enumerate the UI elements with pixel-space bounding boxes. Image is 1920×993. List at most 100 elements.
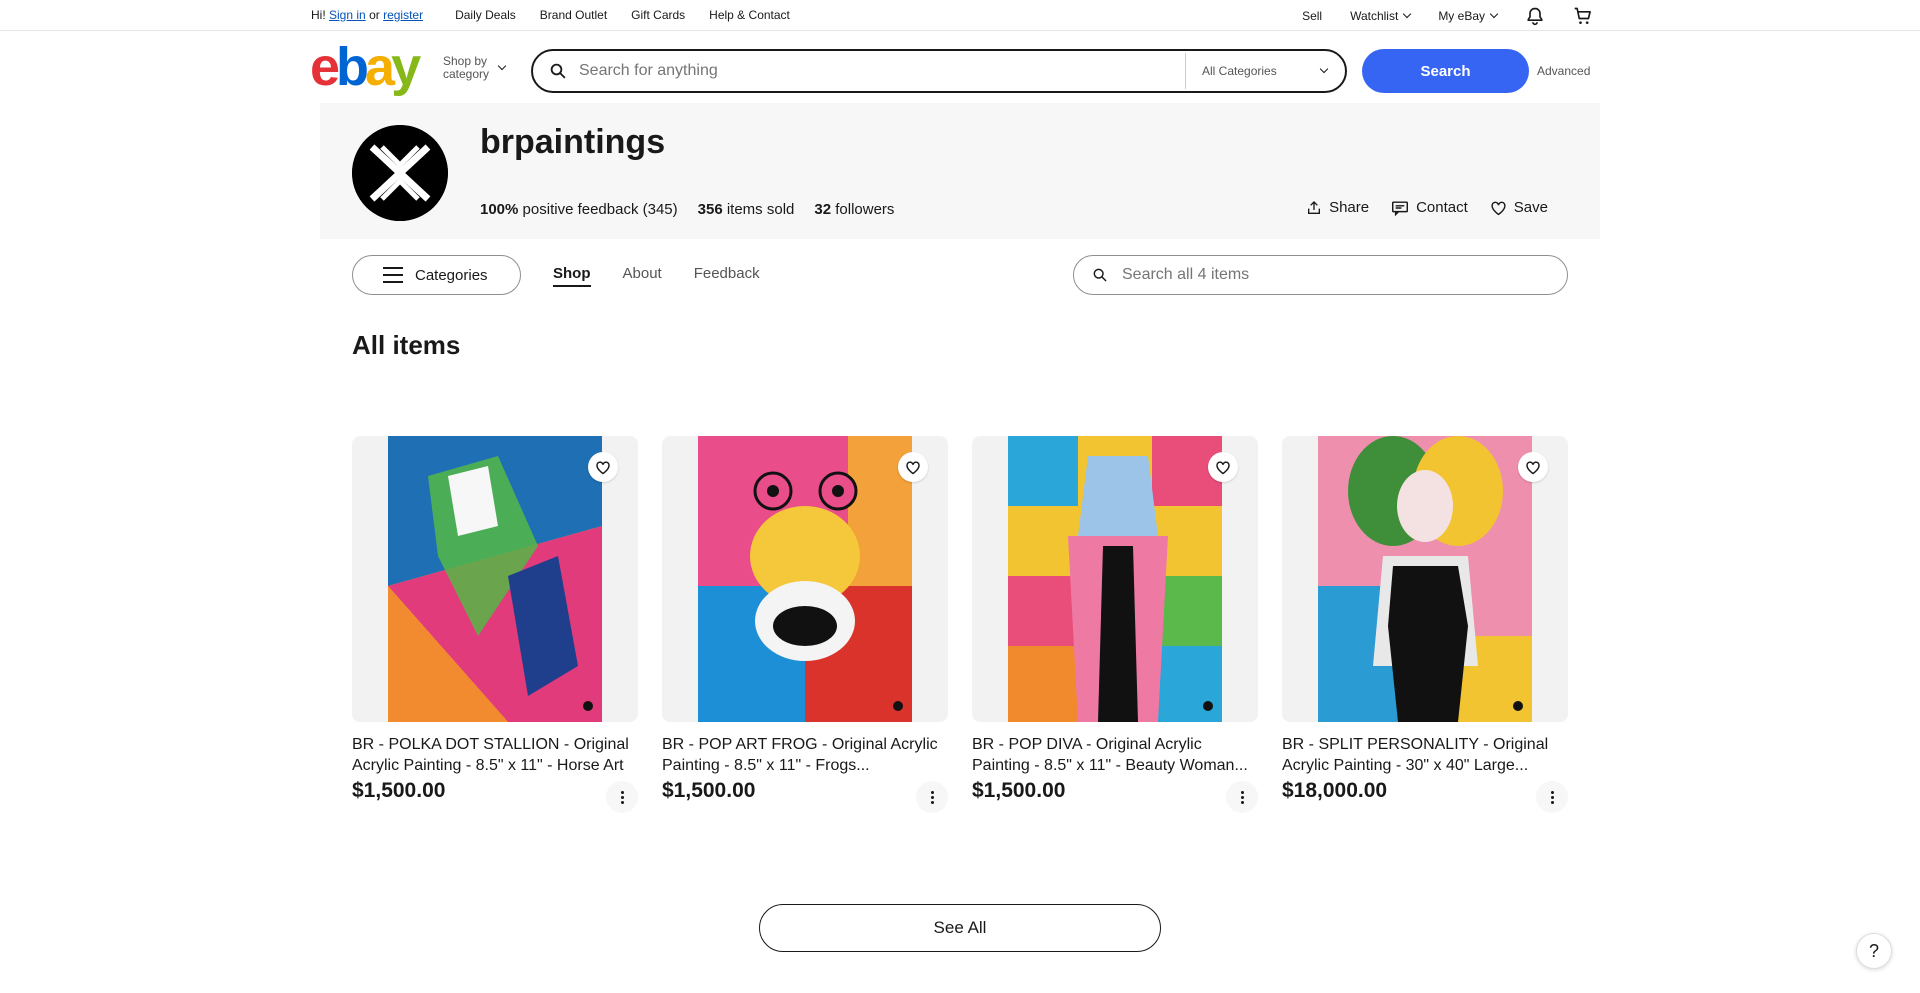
help-button[interactable]: ? [1856, 933, 1892, 969]
more-options-button[interactable] [1226, 781, 1258, 813]
heart-icon [906, 460, 920, 474]
items-sold-label: items sold [726, 201, 795, 218]
shop-by-line1: Shop by [443, 54, 488, 68]
shop-by-category-button[interactable]: Shop by category [443, 54, 507, 81]
save-seller-button[interactable]: Save [1490, 199, 1548, 216]
share-button[interactable]: Share [1306, 199, 1369, 216]
item-price-row: $1,500.00 [352, 779, 638, 813]
sign-in-link[interactable]: Sign in [329, 8, 366, 22]
my-ebay-dropdown[interactable]: My eBay [1438, 9, 1499, 23]
top-bar-left: Hi! Sign in or register Daily Deals Bran… [311, 8, 790, 22]
item-card[interactable]: BR - POP ART FROG - Original Acrylic Pai… [662, 436, 948, 813]
brand-outlet-link[interactable]: Brand Outlet [540, 8, 607, 22]
sell-link[interactable]: Sell [1302, 9, 1322, 23]
search-button[interactable]: Search [1362, 49, 1529, 93]
store-name: brpaintings [480, 123, 666, 161]
item-title[interactable]: BR - POP DIVA - Original Acrylic Paintin… [972, 734, 1258, 776]
message-icon [1392, 200, 1409, 216]
item-price-row: $1,500.00 [972, 779, 1258, 813]
chevron-down-icon [1319, 64, 1329, 74]
item-image-container[interactable] [352, 436, 638, 722]
item-price-row: $1,500.00 [662, 779, 948, 813]
notifications-bell-icon[interactable] [1525, 6, 1545, 26]
item-card[interactable]: BR - SPLIT PERSONALITY - Original Acryli… [1282, 436, 1568, 813]
item-price: $18,000.00 [1282, 779, 1388, 802]
search-input[interactable] [579, 62, 1179, 80]
ebay-logo[interactable]: ebay [310, 40, 421, 94]
hamburger-menu-icon [383, 267, 403, 283]
advanced-search-link[interactable]: Advanced [1537, 64, 1590, 78]
search-bar: All Categories [531, 49, 1347, 93]
items-sold-count: 356 [697, 201, 723, 218]
section-title: All items [352, 330, 461, 360]
store-actions: Share Contact Save [1306, 199, 1548, 216]
item-image-container[interactable] [1282, 436, 1568, 722]
item-price: $1,500.00 [352, 779, 446, 802]
watchlist-dropdown[interactable]: Watchlist [1350, 9, 1412, 23]
tab-feedback[interactable]: Feedback [694, 265, 760, 287]
store-search-bar [1073, 255, 1568, 295]
greeting-or: or [369, 8, 380, 22]
top-bar: Hi! Sign in or register Daily Deals Bran… [0, 0, 1920, 31]
followers-stat: 32 followers [814, 201, 894, 218]
see-all-button[interactable]: See All [759, 904, 1161, 952]
daily-deals-link[interactable]: Daily Deals [455, 8, 516, 22]
header: ebay Shop bycategory All Categories Sear… [0, 31, 1920, 103]
tab-shop[interactable]: Shop [553, 265, 591, 287]
top-bar-right: Sell Watchlist My eBay [1274, 6, 1593, 26]
watch-heart-button[interactable] [588, 452, 618, 482]
logo-letter-b: b [336, 37, 369, 97]
share-label: Share [1329, 199, 1370, 216]
contact-button[interactable]: Contact [1391, 199, 1468, 216]
item-title[interactable]: BR - POLKA DOT STALLION - Original Acryl… [352, 734, 638, 776]
categories-button[interactable]: Categories [352, 255, 521, 295]
watch-heart-button[interactable] [1518, 452, 1548, 482]
followers-label: followers [835, 201, 895, 218]
category-select[interactable]: All Categories [1185, 53, 1343, 89]
share-icon [1308, 200, 1321, 214]
items-grid: BR - POLKA DOT STALLION - Original Acryl… [352, 436, 1568, 813]
feedback-percent: 100% [480, 201, 519, 218]
greeting-prefix: Hi! [311, 8, 326, 22]
more-options-button[interactable] [916, 781, 948, 813]
categories-label: Categories [415, 266, 488, 284]
register-link[interactable]: register [383, 8, 423, 22]
greeting: Hi! Sign in or register [311, 8, 423, 22]
item-price: $1,500.00 [662, 779, 756, 802]
contact-label: Contact [1416, 199, 1468, 216]
chevron-down-icon [497, 61, 507, 71]
watch-heart-button[interactable] [1208, 452, 1238, 482]
watch-heart-button[interactable] [898, 452, 928, 482]
feedback-label: positive feedback (345) [522, 201, 678, 218]
save-label: Save [1513, 199, 1548, 216]
cart-icon[interactable] [1573, 6, 1593, 26]
shop-by-line2: category [443, 67, 490, 81]
item-title[interactable]: BR - POP ART FROG - Original Acrylic Pai… [662, 734, 948, 776]
br-monogram-logo [352, 125, 448, 221]
store-search-input[interactable] [1122, 266, 1542, 284]
item-card[interactable]: BR - POLKA DOT STALLION - Original Acryl… [352, 436, 638, 813]
item-card[interactable]: BR - POP DIVA - Original Acrylic Paintin… [972, 436, 1258, 813]
more-options-button[interactable] [1536, 781, 1568, 813]
feedback-stat[interactable]: 100% positive feedback (345) [480, 201, 678, 218]
items-sold-stat: 356 items sold [698, 201, 795, 218]
category-select-value: All Categories [1202, 64, 1277, 78]
heart-icon [1216, 460, 1230, 474]
item-price: $1,500.00 [972, 779, 1066, 802]
store-avatar [352, 125, 448, 221]
tab-about[interactable]: About [623, 265, 662, 287]
chevron-down-icon [1403, 9, 1412, 19]
item-image-container[interactable] [972, 436, 1258, 722]
search-icon [550, 63, 566, 79]
help-contact-link[interactable]: Help & Contact [709, 8, 790, 22]
my-ebay-label: My eBay [1438, 9, 1485, 23]
item-price-row: $18,000.00 [1282, 779, 1568, 813]
logo-letter-y: y [391, 37, 421, 97]
watchlist-label: Watchlist [1350, 9, 1399, 23]
gift-cards-link[interactable]: Gift Cards [631, 8, 685, 22]
item-title[interactable]: BR - SPLIT PERSONALITY - Original Acryli… [1282, 734, 1568, 776]
more-options-button[interactable] [606, 781, 638, 813]
followers-count: 32 [814, 201, 832, 218]
chevron-down-icon [1489, 9, 1499, 19]
item-image-container[interactable] [662, 436, 948, 722]
